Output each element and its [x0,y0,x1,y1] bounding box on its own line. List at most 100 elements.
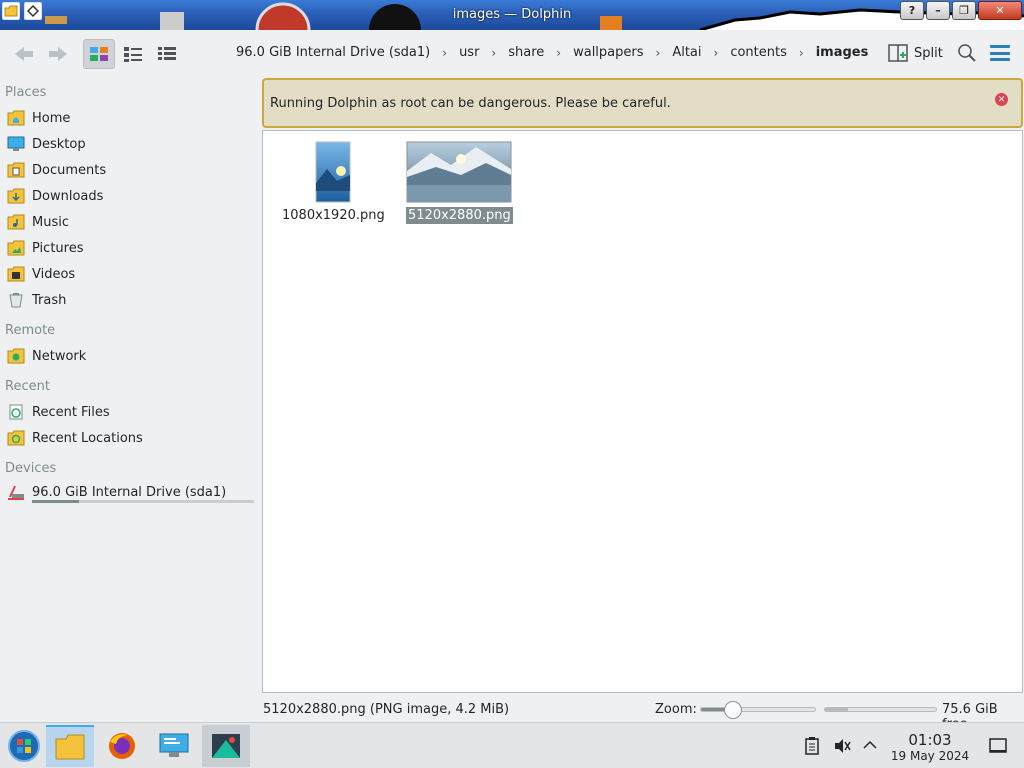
breadcrumb-item[interactable]: Altai [672,45,701,60]
sidebar-item-recent-files[interactable]: Recent Files [6,401,110,423]
breadcrumb-separator-icon: › [491,45,497,60]
taskbar-image-viewer[interactable] [202,725,250,767]
clipboard-icon[interactable] [804,737,820,759]
sidebar-item-pictures[interactable]: Pictures [6,237,83,259]
maximize-button[interactable]: ❐ [952,1,976,20]
places-heading: Places [5,85,47,100]
taskbar-firefox[interactable] [98,725,146,767]
firefox-icon [109,733,135,759]
sidebar-item-home[interactable]: Home [6,107,70,129]
file-name: 5120x2880.png [406,207,513,224]
compact-view-icon [124,47,142,62]
recent-heading: Recent [5,379,50,394]
arrow-right-icon [49,47,67,61]
icons-view-icon [90,47,108,61]
sidebar-item-label: Downloads [32,188,104,204]
taskbar: 01:03 19 May 2024 [0,722,1024,768]
help-button[interactable]: ? [900,1,924,20]
compact-view-button[interactable] [117,39,149,69]
start-orb-icon [8,730,40,762]
network-folder-icon [6,347,26,365]
close-button[interactable]: ✕ [978,1,1022,20]
breadcrumb-item[interactable]: 96.0 GiB Internal Drive (sda1) [236,45,430,60]
breadcrumb-separator-icon: › [655,45,661,60]
sidebar-item-music[interactable]: Music [6,211,69,233]
clock[interactable]: 01:03 19 May 2024 [888,731,972,763]
recent-locations-icon [6,429,26,447]
sidebar-item-recent-locations[interactable]: Recent Locations [6,427,143,449]
sidebar-item-videos[interactable]: Videos [6,263,75,285]
sidebar-item-label: Music [32,214,69,230]
window-title: images — Dolphin [452,7,572,22]
sidebar-item-label: Recent Locations [32,430,143,446]
taskbar-dolphin[interactable] [46,725,94,767]
selection-info: 5120x2880.png (PNG image, 4.2 MiB) [263,702,510,717]
split-view-icon [888,44,908,62]
forward-button[interactable] [44,39,72,69]
root-warning-message: Running Dolphin as root can be dangerous… [270,96,671,111]
split-button-label: Split [914,45,943,61]
videos-folder-icon [6,265,26,283]
breadcrumb: 96.0 GiB Internal Drive (sda1) › usr › s… [236,45,868,60]
start-menu-button[interactable] [0,725,48,767]
details-view-icon [158,47,176,60]
sidebar-item-trash[interactable]: Trash [6,289,66,311]
show-desktop-icon[interactable] [988,737,1008,759]
volume-muted-icon[interactable] [833,737,851,759]
back-button[interactable] [10,39,38,69]
sidebar-item-desktop[interactable]: Desktop [6,133,86,155]
sidebar-item-network[interactable]: Network [6,345,86,367]
system-settings-icon [159,733,189,757]
close-icon[interactable]: ✕ [995,93,1008,106]
places-panel: Places Home Desktop Documents Downloads … [0,80,260,720]
file-view[interactable]: 1080x1920.png 5120x2880.png [262,130,1023,693]
breadcrumb-item[interactable]: contents [730,45,787,60]
clock-time: 01:03 [908,731,952,749]
folder-icon [55,734,85,760]
desktop-icon [6,135,26,153]
file-item[interactable]: 5120x2880.png [406,141,513,224]
recent-files-icon [6,403,26,421]
free-space-fill [825,708,849,711]
home-folder-icon [6,109,26,127]
breadcrumb-separator-icon: › [798,45,804,60]
minimize-button[interactable]: – [926,1,950,20]
status-bar: 5120x2880.png (PNG image, 4.2 MiB) Zoom:… [0,697,1024,732]
breadcrumb-item[interactable]: usr [459,45,479,60]
details-view-button[interactable] [151,39,183,69]
window-titlebar[interactable]: images — Dolphin ? – ❐ ✕ [0,0,1024,30]
image-viewer-icon [212,734,240,758]
sidebar-item-downloads[interactable]: Downloads [6,185,103,207]
image-thumbnail [406,141,512,203]
taskbar-system-settings[interactable] [150,725,198,767]
downloads-folder-icon [6,187,26,205]
hamburger-menu-icon[interactable] [990,45,1010,61]
breadcrumb-separator-icon: › [442,45,448,60]
breadcrumb-item[interactable]: wallpapers [573,45,643,60]
breadcrumb-separator-icon: › [556,45,562,60]
image-thumbnail [315,141,351,203]
drive-usage-fill [32,500,79,503]
documents-folder-icon [6,161,26,179]
zoom-slider[interactable] [700,701,816,719]
zoom-label: Zoom: [655,702,697,717]
split-button[interactable]: Split [888,44,943,62]
breadcrumb-item[interactable]: share [508,45,544,60]
drive-usage-bar [32,500,254,503]
sidebar-item-documents[interactable]: Documents [6,159,106,181]
music-folder-icon [6,213,26,231]
devices-heading: Devices [5,461,57,476]
chevron-up-icon[interactable] [862,737,878,757]
trash-icon [6,291,26,309]
sidebar-item-label: Home [32,110,71,126]
remote-heading: Remote [5,323,56,338]
search-icon [958,44,976,62]
zoom-slider-handle[interactable] [723,701,742,719]
search-button[interactable] [956,42,978,64]
breadcrumb-current[interactable]: images [816,45,869,60]
sidebar-item-label: Documents [32,162,107,178]
sidebar-item-label: Pictures [32,240,84,256]
file-item[interactable]: 1080x1920.png [280,141,387,224]
icons-view-button[interactable] [83,39,115,69]
main-toolbar: 96.0 GiB Internal Drive (sda1) › usr › s… [0,30,1024,78]
